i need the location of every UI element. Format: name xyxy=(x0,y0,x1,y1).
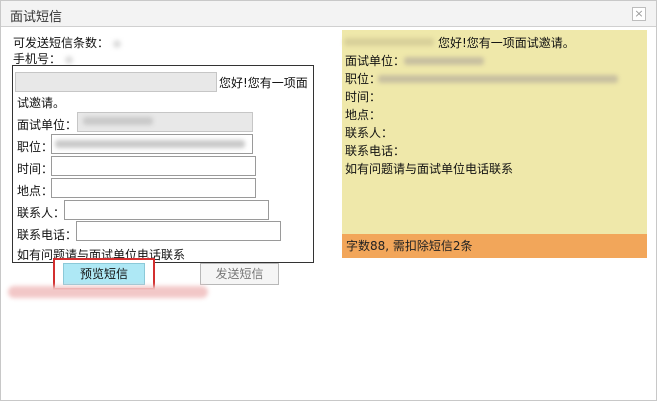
preview-phone-label: 联系电话： xyxy=(345,144,406,158)
remaining-sms-label: 可发送短信条数： xyxy=(13,36,110,50)
send-sms-button[interactable]: 发送短信 xyxy=(200,263,279,285)
time-field[interactable] xyxy=(51,156,256,176)
phone-label: 手机号： xyxy=(13,52,62,66)
preview-company-redacted xyxy=(404,57,484,65)
greeting-suffix: 您好!您有一项面 xyxy=(219,76,308,90)
char-count-bar: 字数88, 需扣除短信2条 xyxy=(342,234,647,258)
char-count-text: 字数88, 需扣除短信2条 xyxy=(346,239,473,253)
contact-field[interactable] xyxy=(64,200,269,220)
title-bar: 面试短信 × xyxy=(1,1,656,27)
preview-contact-label: 联系人： xyxy=(345,126,394,140)
preview-place-label: 地点： xyxy=(345,108,382,122)
time-label: 时间： xyxy=(17,162,54,176)
place-field[interactable] xyxy=(51,178,256,198)
contact-label: 联系人： xyxy=(17,206,66,220)
dialog-title: 面试短信 xyxy=(10,10,63,25)
recipient-redacted xyxy=(344,38,434,46)
interview-sms-dialog: 面试短信 × 可发送短信条数： 手机号： 您好!您有一项面 试邀请。 面试单位：… xyxy=(0,0,657,401)
preview-position-redacted xyxy=(378,75,618,83)
close-icon[interactable]: × xyxy=(632,7,646,21)
position-value-redacted xyxy=(55,140,245,148)
remaining-sms-value xyxy=(113,39,122,48)
phone-value xyxy=(65,55,74,64)
sms-preview-panel: 您好!您有一项面试邀请。 面试单位： 职位： 时间： 地点： 联系人： 联系电话… xyxy=(342,30,647,258)
remaining-sms-row: 可发送短信条数： xyxy=(13,34,122,51)
company-label: 面试单位： xyxy=(17,118,78,132)
recipient-name-field[interactable] xyxy=(15,72,217,92)
greeting-line2: 试邀请。 xyxy=(17,96,66,110)
preview-footer: 如有问题请与面试单位电话联系 xyxy=(345,162,514,176)
status-message-redacted xyxy=(8,286,208,298)
contact-phone-field[interactable] xyxy=(76,221,281,241)
preview-greeting: 您好!您有一项面试邀请。 xyxy=(438,36,575,50)
preview-position-label: 职位： xyxy=(345,72,382,86)
contact-phone-label: 联系电话： xyxy=(17,228,78,242)
preview-time-label: 时间： xyxy=(345,90,382,104)
sms-template-editor[interactable]: 您好!您有一项面 试邀请。 面试单位： 职位： 时间： 地点： 联系人： 联系电… xyxy=(12,65,314,263)
place-label: 地点： xyxy=(17,184,54,198)
position-label: 职位： xyxy=(17,140,54,154)
preview-sms-button[interactable]: 预览短信 xyxy=(63,263,145,285)
company-value-redacted xyxy=(83,117,153,125)
preview-company-label: 面试单位： xyxy=(345,54,406,68)
